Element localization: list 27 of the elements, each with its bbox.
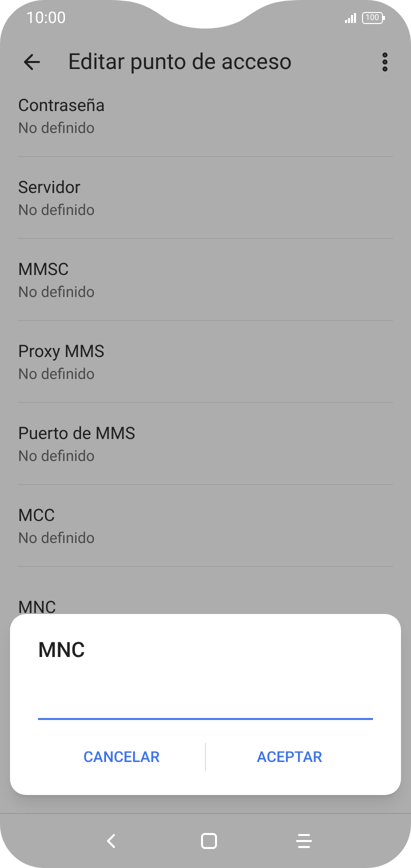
setting-title: Proxy MMS (18, 340, 106, 364)
setting-item[interactable]: Contraseña No definido (18, 75, 393, 157)
setting-item[interactable]: MMSC No definido (18, 239, 393, 321)
dialog-button[interactable]: ACEPTAR (206, 732, 373, 782)
setting-item[interactable]: Proxy MMS No definido (18, 321, 393, 403)
setting-title: MCC (18, 504, 56, 528)
setting-value: No definido (18, 118, 96, 138)
signal-icon (344, 12, 356, 22)
setting-title: Puerto de MMS (18, 422, 136, 446)
setting-value: No definido (18, 282, 96, 302)
status-time: 10:00 (26, 6, 66, 28)
setting-value: No definido (18, 200, 96, 220)
screen-title: Editar punto de acceso (68, 48, 293, 76)
setting-title: MMSC (18, 258, 70, 282)
setting-item[interactable]: Servidor No definido (18, 157, 393, 239)
dialog-button[interactable]: CANCELAR (38, 732, 205, 782)
home-nav-icon[interactable] (201, 833, 218, 849)
setting-value: No definido (18, 364, 96, 384)
battery-level: 100 (362, 12, 383, 24)
setting-title: Servidor (18, 176, 82, 200)
setting-title: Contraseña (18, 94, 106, 118)
menu-nav-icon[interactable] (296, 834, 312, 848)
setting-item[interactable]: Puerto de MMS No definido (18, 403, 393, 485)
setting-title: MNC (18, 596, 58, 620)
setting-value: No definido (18, 446, 96, 466)
setting-item[interactable]: MCC No definido (18, 485, 393, 567)
setting-value: No definido (18, 528, 96, 548)
